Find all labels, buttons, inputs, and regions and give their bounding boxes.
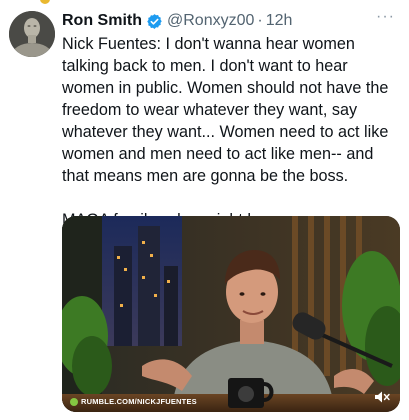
rumble-logo-icon <box>70 397 78 406</box>
display-name[interactable]: Ron Smith <box>62 12 142 30</box>
video-player[interactable]: RUMBLE.COM/NICKJFUENTES <box>62 216 400 412</box>
tweet[interactable]: Ron Smith @Ronxyz00 · 12h ··· Nick Fuent… <box>0 0 409 420</box>
avatar[interactable] <box>9 11 55 57</box>
video-thumbnail <box>62 216 400 412</box>
tweet-header: Ron Smith @Ronxyz00 · 12h ··· <box>62 8 395 32</box>
handle[interactable]: @Ronxyz00 <box>167 12 254 30</box>
avatar-statue-image <box>9 11 55 57</box>
more-options-icon[interactable]: ··· <box>376 8 395 26</box>
tweet-text: Nick Fuentes: I don't wanna hear women t… <box>62 35 389 229</box>
verified-badge-icon <box>147 13 162 29</box>
timestamp[interactable]: 12h <box>266 12 293 30</box>
video-watermark: RUMBLE.COM/NICKJFUENTES <box>70 397 197 406</box>
separator-dot: · <box>257 12 263 29</box>
volume-muted-icon[interactable] <box>374 390 390 404</box>
watermark-text: RUMBLE.COM/NICKJFUENTES <box>81 397 197 406</box>
